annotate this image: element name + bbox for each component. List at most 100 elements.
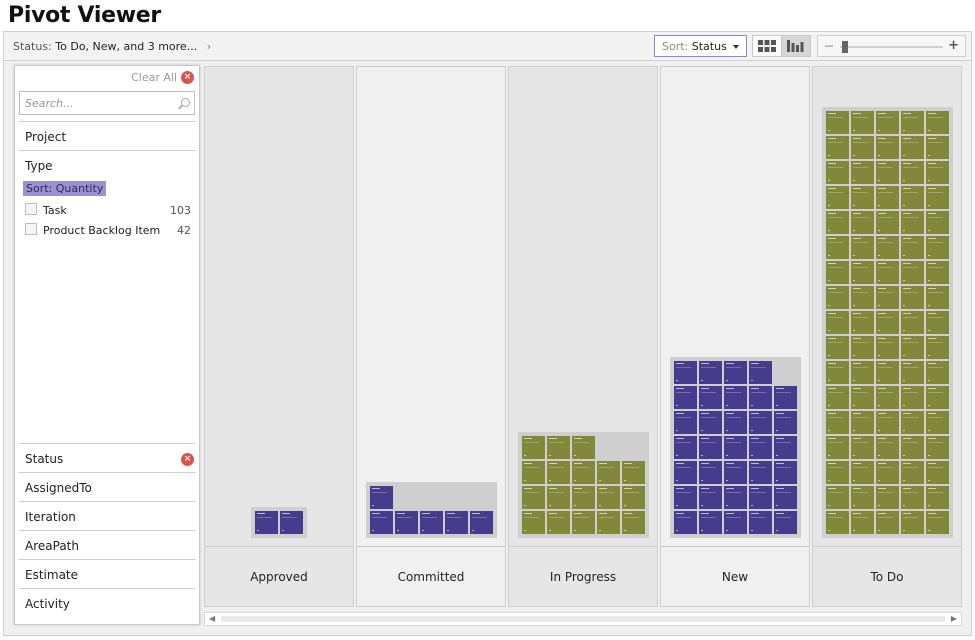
work-item-card[interactable] (826, 411, 849, 434)
work-item-card[interactable] (724, 486, 747, 509)
work-item-card[interactable] (826, 461, 849, 484)
work-item-card[interactable] (420, 511, 443, 534)
work-item-card[interactable] (774, 386, 797, 409)
work-item-card[interactable] (926, 136, 949, 159)
work-item-card[interactable] (851, 461, 874, 484)
work-item-card[interactable] (926, 261, 949, 284)
zoom-slider[interactable]: − + (817, 35, 966, 57)
work-item-card[interactable] (749, 386, 772, 409)
work-item-card[interactable] (926, 111, 949, 134)
status-column[interactable]: In Progress (508, 66, 658, 607)
horizontal-scrollbar[interactable]: ◀ ▶ (204, 612, 962, 626)
work-item-card[interactable] (826, 486, 849, 509)
status-column[interactable]: Approved (204, 66, 354, 607)
work-item-card[interactable] (699, 386, 722, 409)
work-item-card[interactable] (926, 436, 949, 459)
work-item-card[interactable] (522, 436, 545, 459)
work-item-card[interactable] (674, 486, 697, 509)
work-item-card[interactable] (826, 436, 849, 459)
work-item-card[interactable] (901, 111, 924, 134)
work-item-card[interactable] (774, 461, 797, 484)
work-item-card[interactable] (674, 461, 697, 484)
work-item-card[interactable] (749, 461, 772, 484)
work-item-card[interactable] (445, 511, 468, 534)
scroll-right-icon[interactable]: ▶ (951, 613, 957, 625)
work-item-card[interactable] (876, 111, 899, 134)
zoom-out-icon[interactable]: − (824, 40, 834, 52)
work-item-card[interactable] (699, 511, 722, 534)
chevron-right-icon[interactable]: › (207, 40, 211, 53)
work-item-card[interactable] (926, 186, 949, 209)
work-item-card[interactable] (395, 511, 418, 534)
work-item-card[interactable] (724, 361, 747, 384)
work-item-card[interactable] (926, 411, 949, 434)
work-item-card[interactable] (522, 486, 545, 509)
work-item-card[interactable] (826, 286, 849, 309)
work-item-card[interactable] (774, 436, 797, 459)
work-item-card[interactable] (724, 386, 747, 409)
work-item-card[interactable] (255, 511, 278, 534)
work-item-card[interactable] (522, 511, 545, 534)
checkbox-task[interactable] (25, 203, 37, 215)
work-item-card[interactable] (622, 486, 645, 509)
checkbox-product-backlog-item[interactable] (25, 223, 37, 235)
column-label[interactable]: Committed (357, 546, 505, 606)
work-item-card[interactable] (572, 511, 595, 534)
work-item-card[interactable] (876, 186, 899, 209)
work-item-card[interactable] (572, 486, 595, 509)
work-item-card[interactable] (826, 236, 849, 259)
work-item-card[interactable] (826, 386, 849, 409)
work-item-card[interactable] (699, 436, 722, 459)
work-item-card[interactable] (674, 411, 697, 434)
work-item-card[interactable] (926, 311, 949, 334)
clear-icon[interactable]: × (181, 71, 194, 84)
column-label[interactable]: Approved (205, 546, 353, 606)
work-item-card[interactable] (901, 361, 924, 384)
work-item-card[interactable] (851, 211, 874, 234)
work-item-card[interactable] (370, 486, 393, 509)
work-item-card[interactable] (901, 261, 924, 284)
work-item-card[interactable] (674, 436, 697, 459)
work-item-card[interactable] (826, 261, 849, 284)
work-item-card[interactable] (749, 511, 772, 534)
work-item-card[interactable] (876, 361, 899, 384)
scrollbar-thumb[interactable] (221, 616, 945, 622)
work-item-card[interactable] (876, 261, 899, 284)
work-item-card[interactable] (926, 211, 949, 234)
work-item-card[interactable] (876, 511, 899, 534)
work-item-card[interactable] (901, 486, 924, 509)
work-item-card[interactable] (901, 461, 924, 484)
work-item-card[interactable] (926, 286, 949, 309)
work-item-card[interactable] (926, 511, 949, 534)
work-item-card[interactable] (851, 511, 874, 534)
work-item-card[interactable] (901, 336, 924, 359)
work-item-card[interactable] (749, 411, 772, 434)
category-activity[interactable]: Activity (25, 597, 70, 611)
work-item-card[interactable] (876, 161, 899, 184)
work-item-card[interactable] (826, 511, 849, 534)
work-item-card[interactable] (597, 511, 620, 534)
work-item-card[interactable] (699, 361, 722, 384)
grid-view-button[interactable] (752, 35, 782, 57)
type-sort-button[interactable]: Sort: Quantity (23, 181, 107, 196)
work-item-card[interactable] (901, 436, 924, 459)
work-item-card[interactable] (926, 161, 949, 184)
work-item-card[interactable] (749, 361, 772, 384)
work-item-card[interactable] (851, 336, 874, 359)
work-item-card[interactable] (470, 511, 493, 534)
work-item-card[interactable] (876, 461, 899, 484)
work-item-card[interactable] (699, 486, 722, 509)
work-item-card[interactable] (597, 461, 620, 484)
clear-all-link[interactable]: Clear All (131, 71, 177, 84)
work-item-card[interactable] (851, 386, 874, 409)
zoom-track[interactable] (840, 46, 943, 48)
work-item-card[interactable] (876, 411, 899, 434)
work-item-card[interactable] (901, 211, 924, 234)
work-item-card[interactable] (876, 336, 899, 359)
breadcrumb-value[interactable]: To Do, New, and 3 more... (55, 40, 197, 53)
category-type[interactable]: Type (25, 159, 53, 173)
category-estimate[interactable]: Estimate (25, 568, 78, 582)
category-area-path[interactable]: AreaPath (25, 539, 79, 553)
work-item-card[interactable] (826, 361, 849, 384)
work-item-card[interactable] (901, 236, 924, 259)
